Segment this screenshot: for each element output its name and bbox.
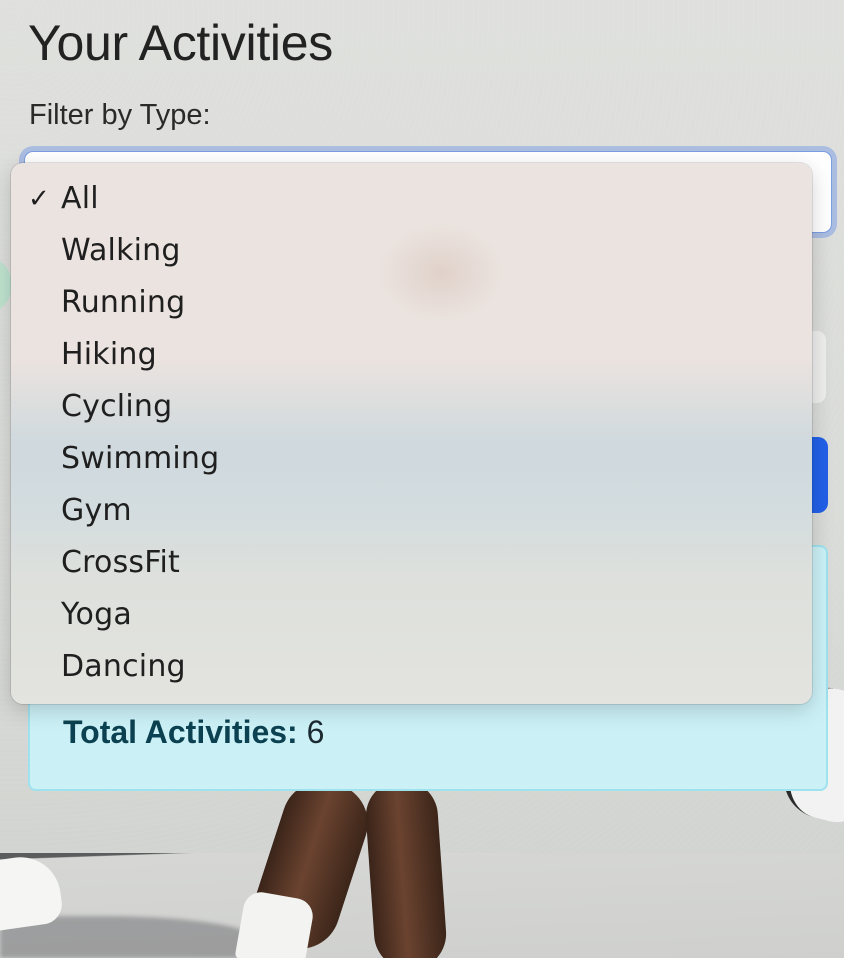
dropdown-option-yoga[interactable]: Yoga <box>11 589 812 641</box>
dropdown-option-dancing[interactable]: Dancing <box>11 641 812 693</box>
option-label: All <box>61 181 99 216</box>
option-label: Gym <box>61 493 132 528</box>
option-label: Yoga <box>61 597 132 632</box>
option-label: Swimming <box>61 441 220 476</box>
dropdown-option-swimming[interactable]: Swimming <box>11 433 812 485</box>
activity-type-dropdown[interactable]: ✓ All Walking Running Hiking Cycling Swi… <box>11 163 812 704</box>
dropdown-option-cycling[interactable]: Cycling <box>11 381 812 433</box>
dropdown-option-all[interactable]: ✓ All <box>11 173 812 225</box>
dropdown-option-running[interactable]: Running <box>11 277 812 329</box>
filter-label: Filter by Type: <box>29 99 211 131</box>
page-title: Your Activities <box>28 15 333 71</box>
dropdown-option-gym[interactable]: Gym <box>11 485 812 537</box>
total-activities: Total Activities: 6 <box>63 714 324 751</box>
option-label: Hiking <box>61 337 157 372</box>
dropdown-option-hiking[interactable]: Hiking <box>11 329 812 381</box>
option-label: Cycling <box>61 389 173 424</box>
option-label: Walking <box>61 233 181 268</box>
option-label: Running <box>61 285 186 320</box>
background-leg-right <box>363 777 449 958</box>
total-activities-label: Total Activities: <box>63 714 298 750</box>
background-sock <box>234 889 316 958</box>
option-label: Dancing <box>61 649 186 684</box>
total-activities-value: 6 <box>306 714 325 750</box>
dropdown-option-walking[interactable]: Walking <box>11 225 812 277</box>
dropdown-option-crossfit[interactable]: CrossFit <box>11 537 812 589</box>
checkmark-icon: ✓ <box>28 184 50 214</box>
option-label: CrossFit <box>61 545 181 580</box>
